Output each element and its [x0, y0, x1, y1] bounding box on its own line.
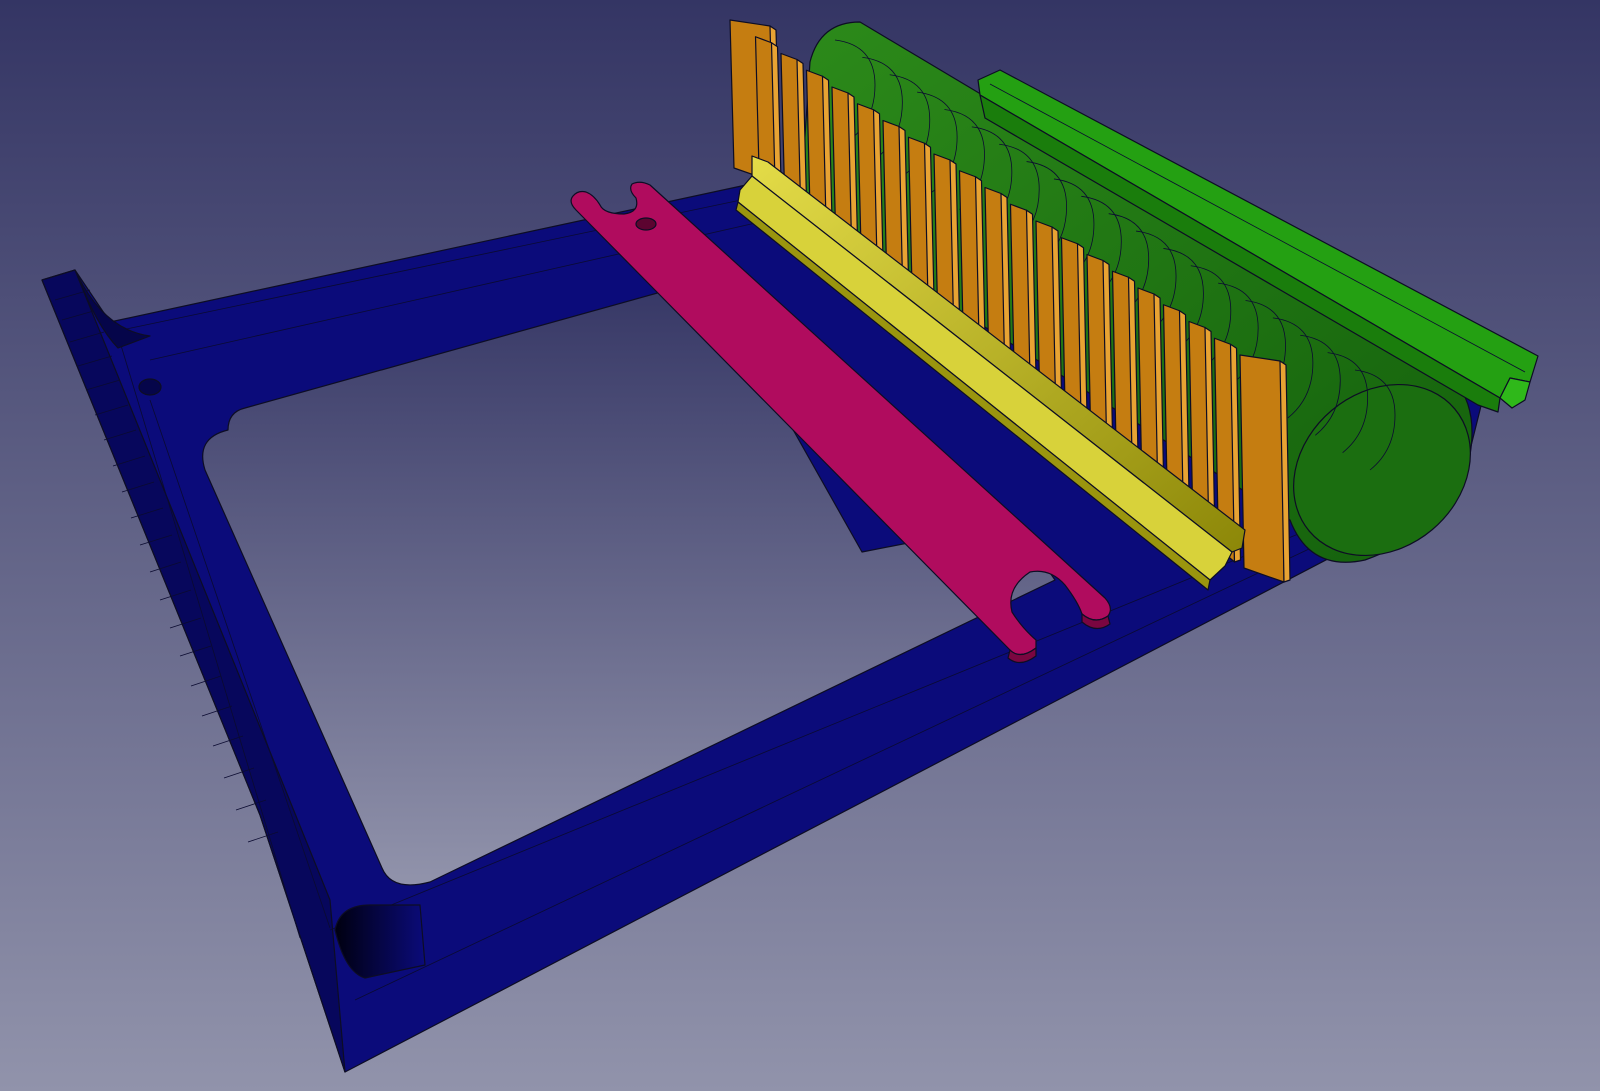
wrench-hole — [635, 217, 657, 231]
mount-hole — [138, 378, 162, 396]
3d-viewport[interactable] — [0, 0, 1600, 1091]
spacer-plate[interactable] — [1239, 354, 1291, 583]
